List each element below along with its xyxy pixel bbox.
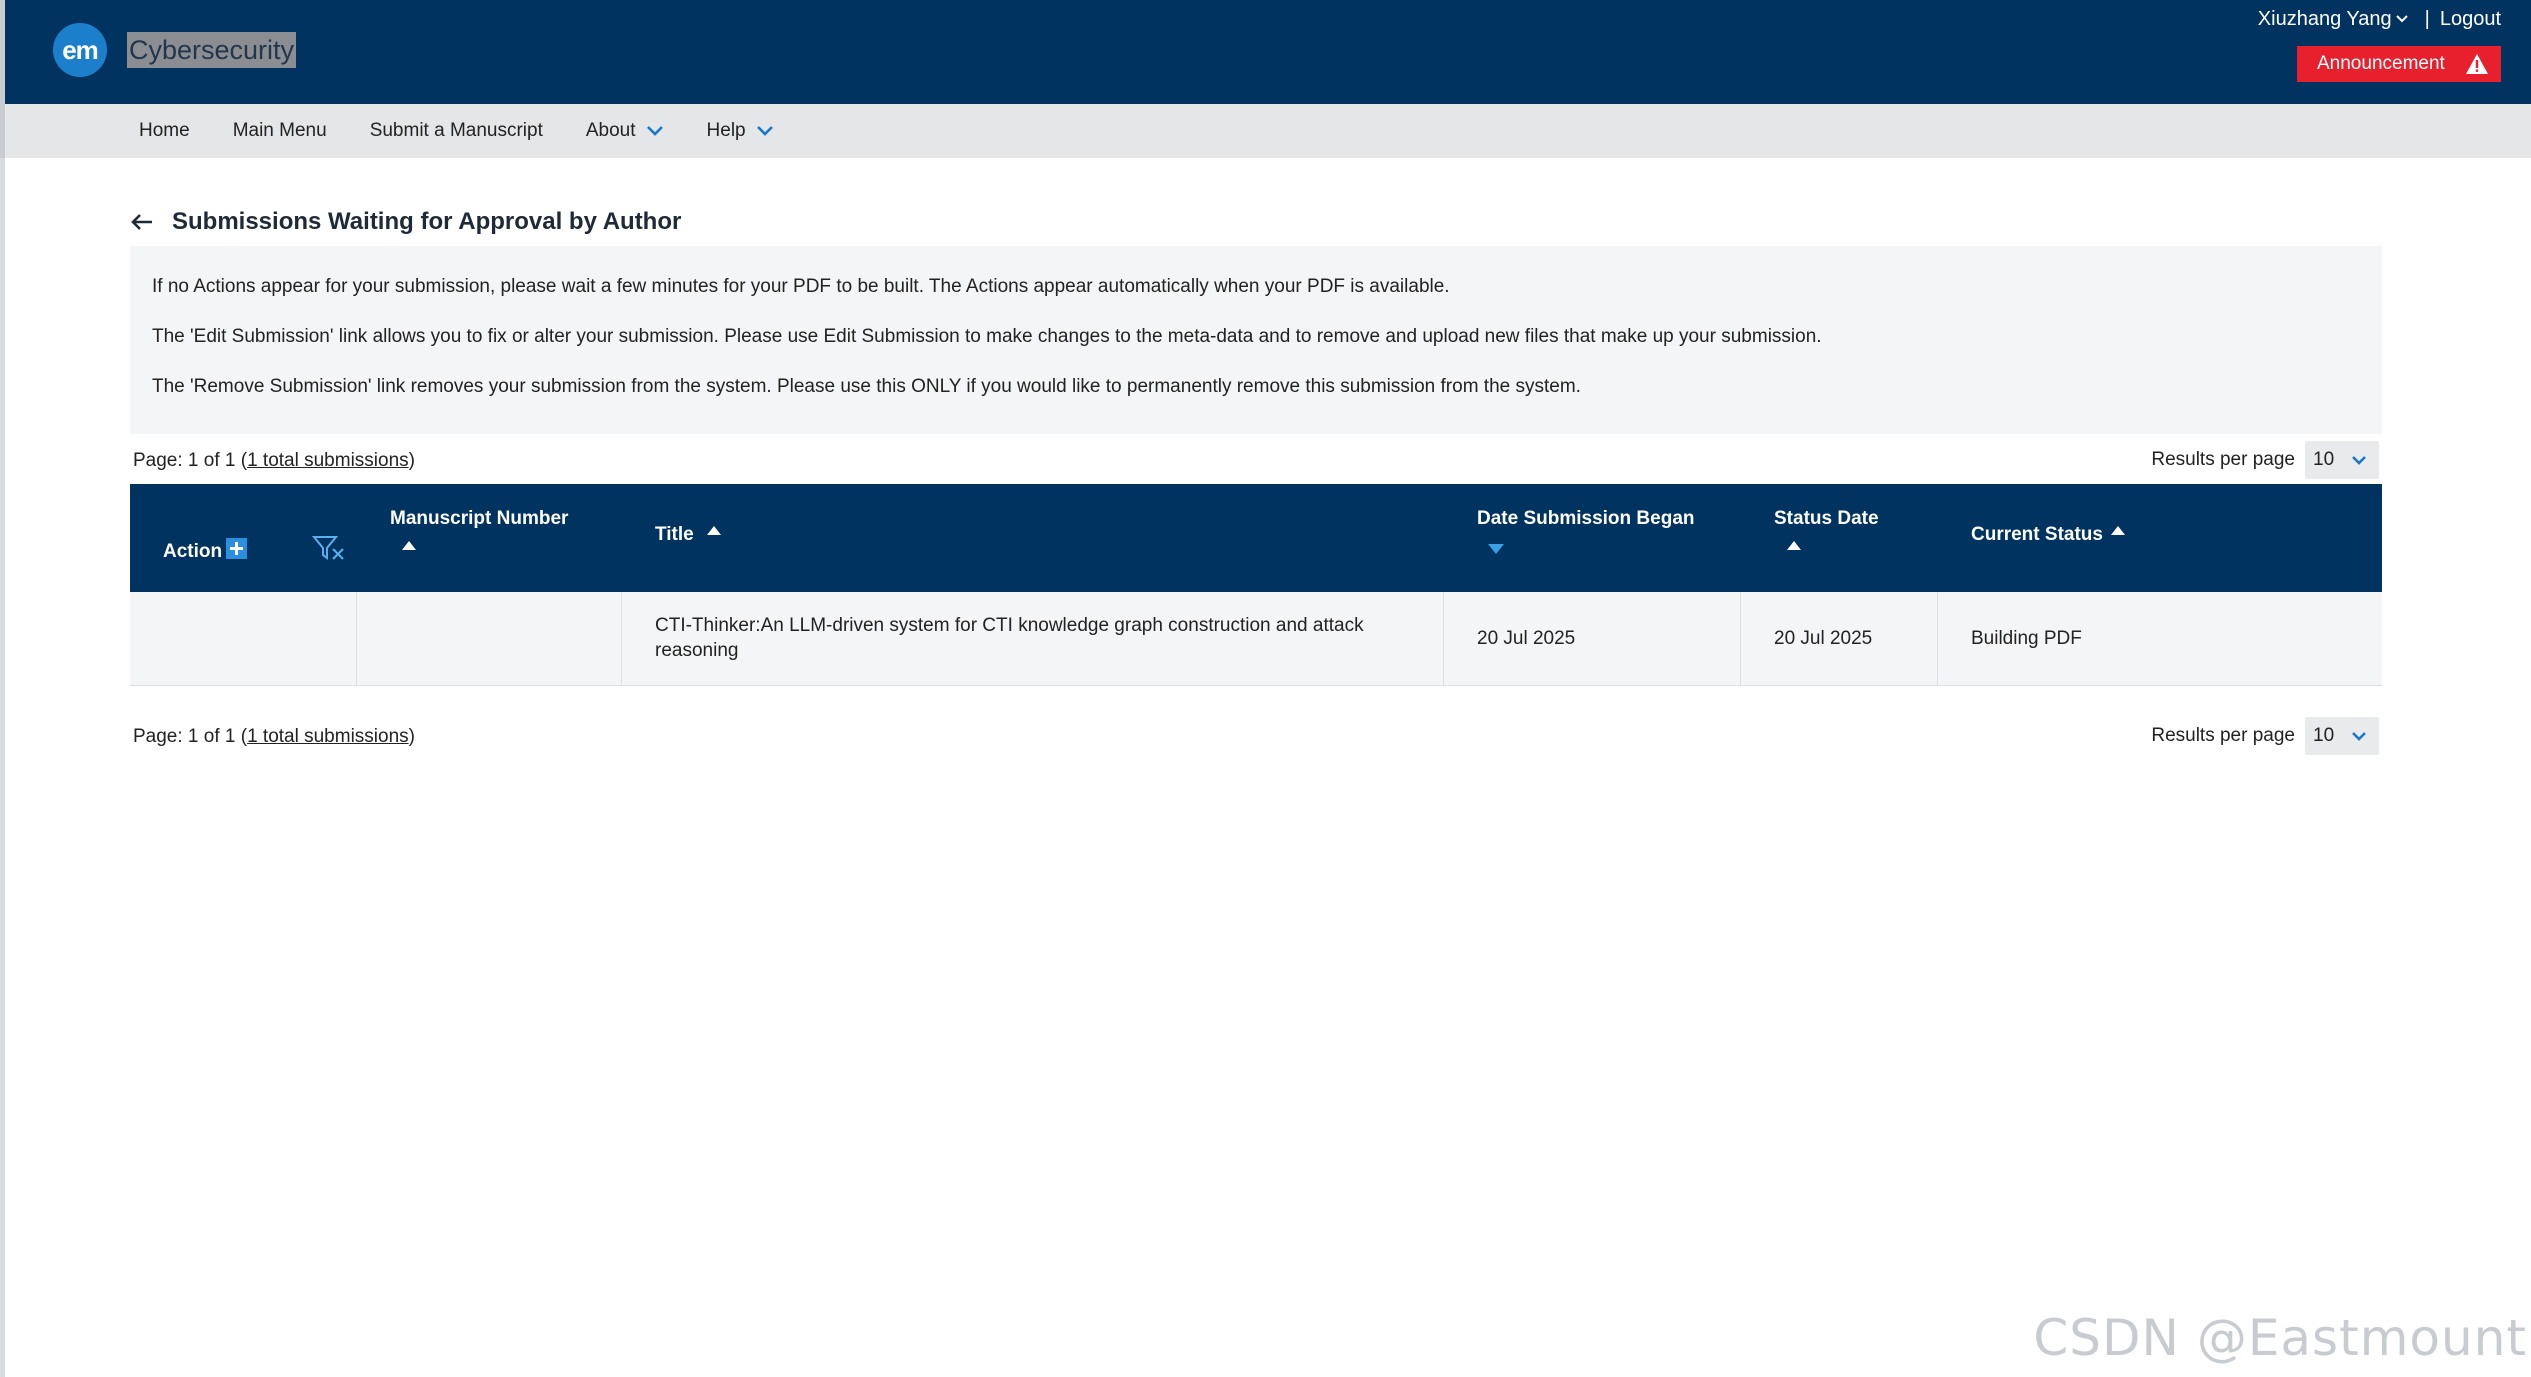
info-text-pdf: If no Actions appear for your submission… — [152, 276, 1450, 297]
sort-asc-icon[interactable] — [707, 526, 721, 535]
user-area: Xiuzhang Yang | Logout — [2258, 6, 2501, 32]
header-title[interactable]: Title — [622, 484, 1444, 592]
pager-bottom: Page: 1 of 1 (1 total submissions) — [133, 726, 415, 748]
header-current-status-label: Current Status — [1971, 524, 2103, 545]
cell-action — [130, 592, 357, 685]
header-title-label: Title — [655, 524, 694, 545]
cell-status-date: 20 Jul 2025 — [1741, 592, 1938, 685]
nav-help-label: Help — [706, 120, 746, 141]
header-status-date-label: Status Date — [1774, 508, 1879, 529]
submissions-table: Action Manuscript Number Title Date Subm… — [130, 484, 2382, 686]
close-paren: ) — [408, 450, 415, 471]
table-header-row: Action Manuscript Number Title Date Subm… — [130, 484, 2382, 592]
header-manuscript-number[interactable]: Manuscript Number — [357, 484, 622, 592]
expand-plus-icon[interactable] — [226, 537, 248, 559]
nav-help[interactable]: Help — [707, 120, 774, 142]
sort-asc-icon[interactable] — [402, 541, 416, 550]
announcement-button[interactable]: Announcement — [2297, 46, 2501, 82]
results-per-page-select[interactable]: 10 — [2305, 441, 2379, 479]
header-current-status[interactable]: Current Status — [1938, 484, 2382, 592]
cell-current-status: Building PDF — [1938, 592, 2382, 685]
cell-title: CTI-Thinker:An LLM-driven system for CTI… — [622, 592, 1444, 685]
header-date-began-label: Date Submission Began — [1477, 508, 1695, 529]
results-per-page-top: Results per page 10 — [2151, 441, 2379, 479]
header-action-label: Action — [163, 541, 223, 562]
results-per-page-value: 10 — [2313, 725, 2335, 746]
page-root: em Cybersecurity Xiuzhang Yang | Logout … — [0, 0, 2531, 1377]
editorial-manager-logo[interactable]: em — [53, 23, 107, 77]
main-nav: Home Main Menu Submit a Manuscript About… — [0, 104, 2531, 158]
top-header: em Cybersecurity Xiuzhang Yang | Logout … — [0, 0, 2531, 104]
nav-submit-label: Submit a Manuscript — [369, 120, 543, 141]
results-per-page-select[interactable]: 10 — [2305, 717, 2379, 755]
page-title: Submissions Waiting for Approval by Auth… — [172, 208, 682, 235]
warning-icon — [2465, 54, 2488, 74]
watermark: CSDN @Eastmount — [2033, 1309, 2527, 1367]
cell-date-began-text: 20 Jul 2025 — [1477, 628, 1576, 649]
chevron-down-icon — [756, 126, 773, 136]
nav-home-label: Home — [139, 120, 190, 141]
sort-asc-icon[interactable] — [1787, 541, 1801, 550]
cell-date-began: 20 Jul 2025 — [1444, 592, 1741, 685]
results-per-page-bottom: Results per page 10 — [2151, 717, 2379, 755]
info-text-remove: The 'Remove Submission' link removes you… — [152, 376, 1581, 397]
announcement-label: Announcement — [2317, 53, 2445, 74]
chevron-down-icon — [2352, 731, 2366, 741]
nav-submit-manuscript[interactable]: Submit a Manuscript — [370, 120, 543, 142]
header-date-began[interactable]: Date Submission Began — [1444, 484, 1741, 592]
page-count: Page: 1 of 1 ( — [133, 450, 248, 471]
table-row: CTI-Thinker:An LLM-driven system for CTI… — [130, 592, 2382, 686]
nav-about-label: About — [585, 120, 636, 141]
logout-link[interactable]: Logout — [2440, 8, 2501, 31]
header-manuscript-number-label: Manuscript Number — [390, 508, 569, 529]
pager-top: Page: 1 of 1 (1 total submissions) — [133, 450, 415, 472]
sort-desc-icon[interactable] — [1488, 544, 1504, 554]
clear-filter-icon[interactable] — [312, 534, 346, 562]
chevron-down-icon — [2352, 455, 2366, 465]
header-status-date[interactable]: Status Date — [1741, 484, 1938, 592]
nav-main-menu-label: Main Menu — [232, 120, 327, 141]
info-box: If no Actions appear for your submission… — [130, 246, 2382, 434]
results-per-page-label: Results per page — [2151, 449, 2295, 470]
journal-name[interactable]: Cybersecurity — [127, 32, 297, 68]
info-text-edit: The 'Edit Submission' link allows you to… — [152, 326, 1822, 347]
separator: | — [2424, 7, 2430, 30]
nav-home[interactable]: Home — [139, 120, 190, 142]
cell-current-status-text: Building PDF — [1971, 628, 2082, 649]
close-paren: ) — [408, 726, 415, 747]
page-heading: Submissions Waiting for Approval by Auth… — [130, 208, 681, 236]
results-per-page-value: 10 — [2313, 449, 2335, 470]
cell-manuscript-number — [357, 592, 622, 685]
total-submissions-link[interactable]: 1 total submissions — [247, 726, 409, 747]
nav-main-menu[interactable]: Main Menu — [233, 120, 327, 142]
user-name: Xiuzhang Yang — [2257, 7, 2392, 30]
cell-status-date-text: 20 Jul 2025 — [1774, 628, 1873, 649]
total-submissions-link[interactable]: 1 total submissions — [247, 450, 409, 471]
chevron-down-icon — [646, 126, 663, 136]
nav-about[interactable]: About — [586, 120, 664, 142]
left-edge — [0, 158, 5, 1377]
back-arrow-icon[interactable] — [130, 212, 154, 232]
sort-asc-icon[interactable] — [2111, 526, 2125, 535]
results-per-page-label: Results per page — [2151, 725, 2295, 746]
user-menu[interactable]: Xiuzhang Yang — [2258, 8, 2409, 31]
cell-title-line1: CTI-Thinker:An LLM-driven system for CTI… — [655, 615, 1364, 636]
chevron-down-icon — [2395, 15, 2408, 23]
header-action: Action — [130, 484, 357, 592]
cell-title-line2: reasoning — [655, 640, 739, 661]
page-count: Page: 1 of 1 ( — [133, 726, 248, 747]
